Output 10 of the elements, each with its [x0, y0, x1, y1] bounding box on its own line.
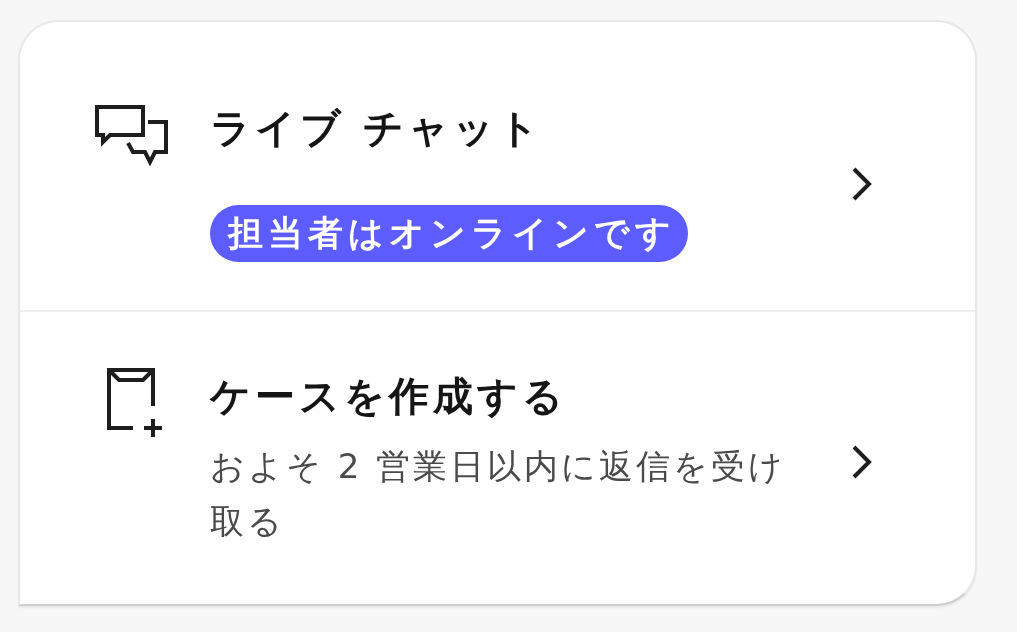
- contact-option[interactable]: ライブ チャット 担当者はオンラインです: [20, 22, 975, 310]
- envelope-plus-icon: [105, 366, 165, 438]
- contact-option[interactable]: ケースを作成する およそ 2 営業日以内に返信を受け取る: [20, 310, 975, 604]
- chevron-right-icon: [850, 166, 874, 202]
- option-description: およそ 2 営業日以内に返信を受け取る: [210, 445, 788, 543]
- speech-bubbles-icon: [95, 105, 170, 167]
- option-title: ライブ チャット: [210, 106, 544, 150]
- chevron-right-icon: [850, 443, 874, 480]
- status-badge: 担当者はオンラインです: [210, 205, 688, 262]
- option-title: ケースを作成する: [210, 374, 568, 418]
